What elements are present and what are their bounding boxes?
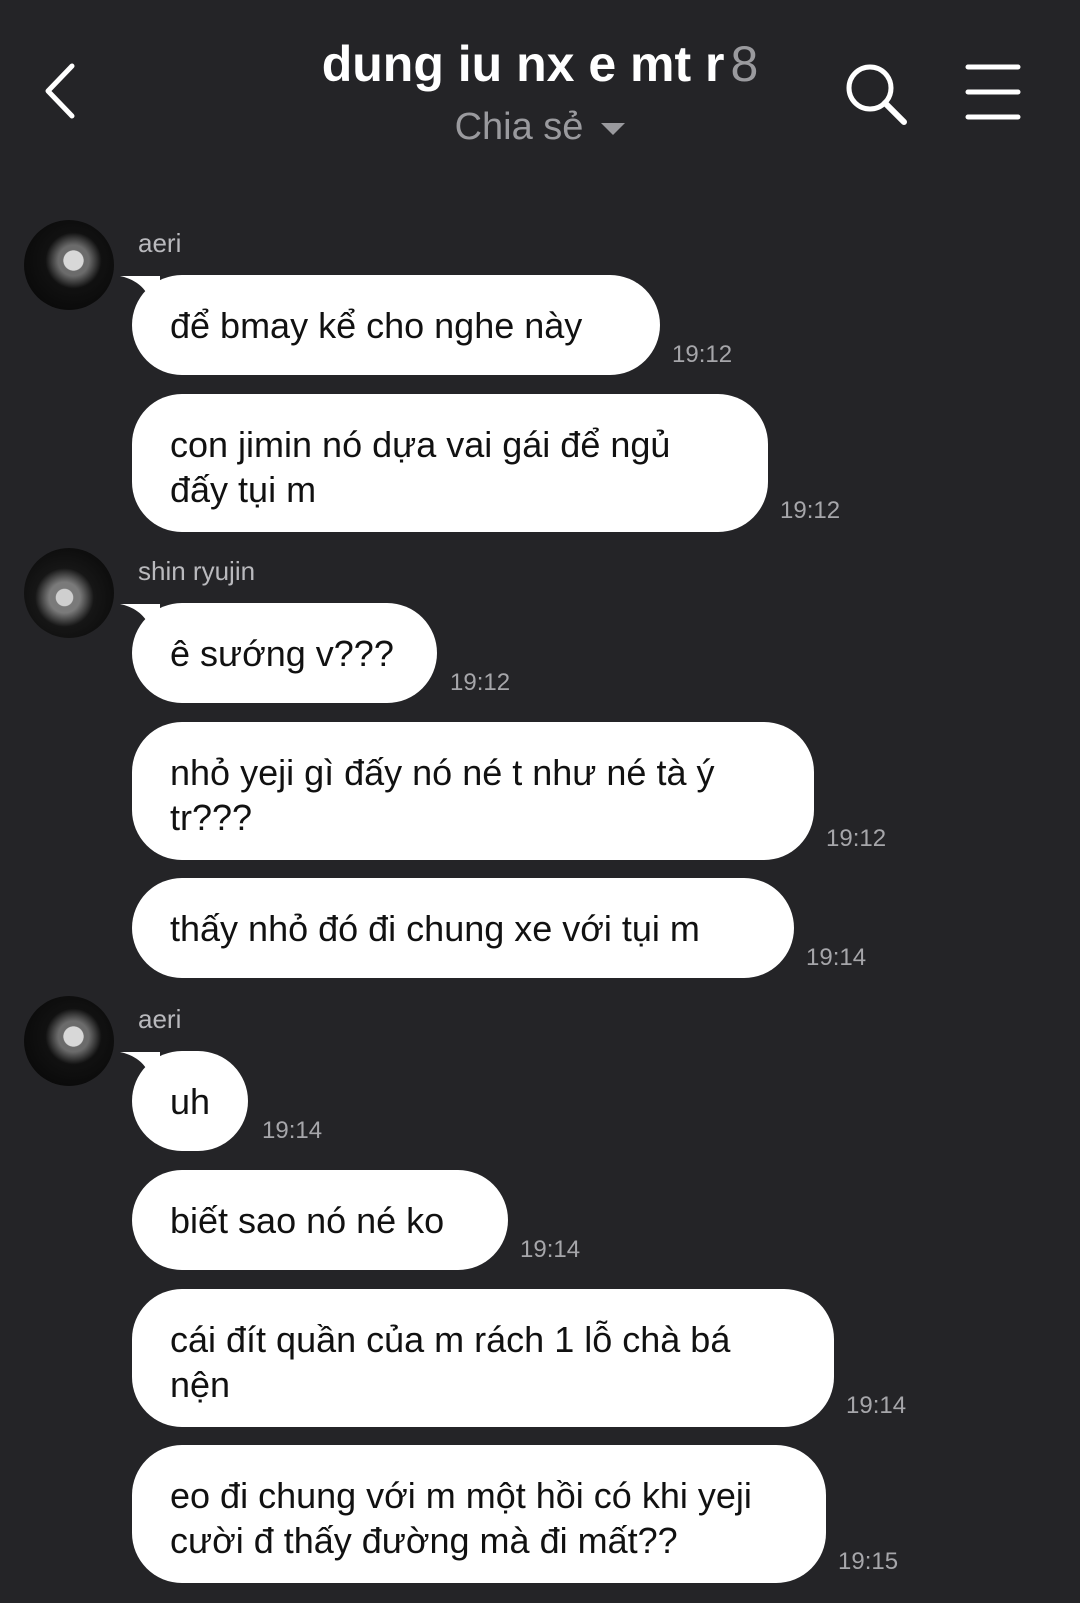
message-text: để bmay kể cho nghe này: [170, 305, 583, 346]
message-time: 19:14: [806, 944, 867, 971]
message-bubble[interactable]: ê sướng v???: [132, 603, 437, 703]
message-text: cái đít quần của m rách 1 lỗ chà bá nện: [170, 1319, 731, 1405]
message-bubble[interactable]: uh: [132, 1051, 248, 1151]
message-time: 19:14: [846, 1392, 907, 1419]
message-bubble[interactable]: biết sao nó né ko: [132, 1170, 508, 1270]
message-list[interactable]: aeri để bmay kể cho nghe này 19:12 con j…: [0, 0, 1080, 1603]
message-bubble[interactable]: để bmay kể cho nghe này: [132, 275, 660, 375]
message-text: nhỏ yeji gì đấy nó né t như né tà ý tr??…: [170, 752, 715, 838]
message-time: 19:12: [826, 825, 887, 852]
message-text: con jimin nó dựa vai gái để ngủ đấy tụi …: [170, 424, 671, 510]
message-text: eo đi chung với m một hồi có khi yeji cư…: [170, 1475, 752, 1561]
avatar[interactable]: [24, 996, 114, 1086]
sender-name: aeri: [138, 228, 182, 258]
message-time: 19:14: [262, 1117, 323, 1144]
message-bubble[interactable]: nhỏ yeji gì đấy nó né t như né tà ý tr??…: [132, 722, 814, 860]
message-text: uh: [170, 1081, 211, 1122]
message-time: 19:12: [672, 341, 733, 368]
message-time: 19:12: [780, 497, 841, 524]
sender-name: aeri: [138, 1004, 182, 1034]
message-bubble[interactable]: eo đi chung với m một hồi có khi yeji cư…: [132, 1445, 826, 1583]
message-text: biết sao nó né ko: [170, 1200, 445, 1241]
message-bubble[interactable]: con jimin nó dựa vai gái để ngủ đấy tụi …: [132, 394, 768, 532]
message-bubble[interactable]: cái đít quần của m rách 1 lỗ chà bá nện: [132, 1289, 834, 1427]
sender-name: shin ryujin: [138, 556, 256, 586]
message-time: 19:14: [520, 1236, 581, 1263]
message-time: 19:12: [450, 669, 511, 696]
message-text: ê sướng v???: [170, 633, 394, 674]
avatar[interactable]: [24, 548, 114, 638]
message-bubble[interactable]: thấy nhỏ đó đi chung xe với tụi m: [132, 878, 794, 978]
message-text: thấy nhỏ đó đi chung xe với tụi m: [170, 908, 700, 949]
avatar[interactable]: [24, 220, 114, 310]
message-time: 19:15: [838, 1548, 899, 1575]
